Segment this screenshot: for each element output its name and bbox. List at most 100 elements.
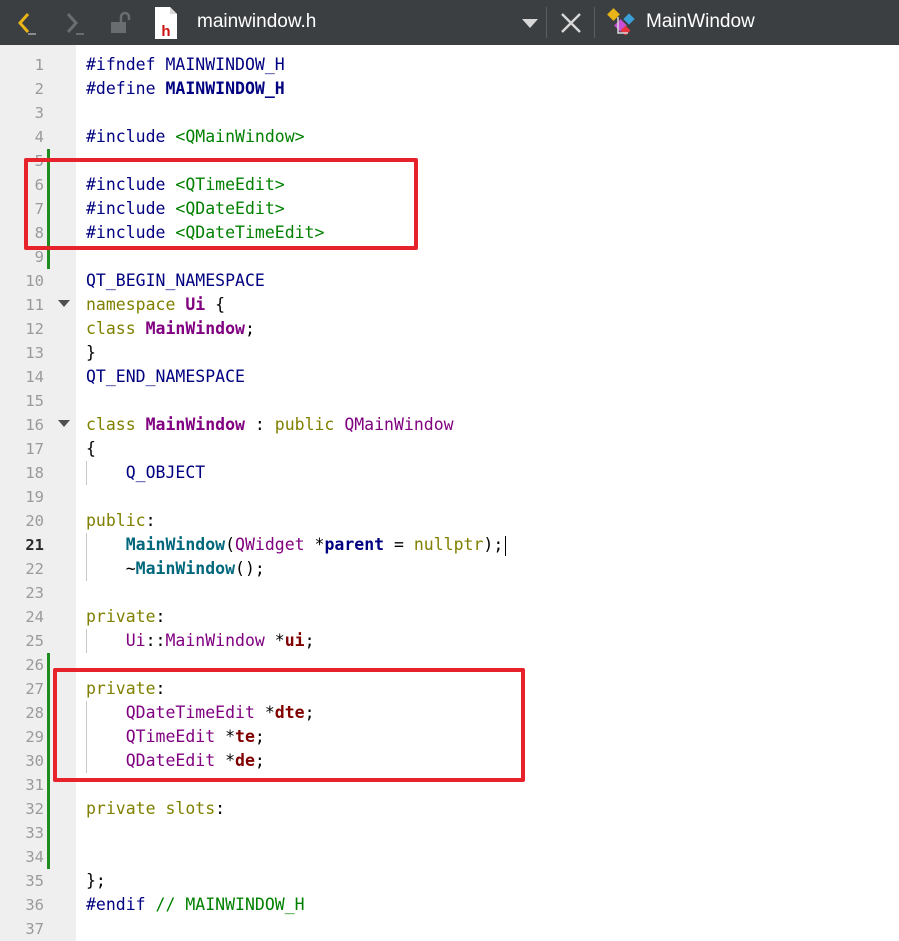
code-line-32: private slots: bbox=[86, 797, 225, 821]
code-line-18: Q_OBJECT bbox=[86, 461, 205, 485]
file-name[interactable]: mainwindow.h bbox=[197, 0, 316, 45]
line-number: 29 bbox=[25, 728, 44, 746]
code-line-16: class MainWindow : public QMainWindow bbox=[86, 413, 454, 437]
token: MainWindow bbox=[145, 319, 245, 338]
token: <QMainWindow> bbox=[175, 127, 305, 146]
token: ); bbox=[483, 535, 504, 554]
code-line-4: #include <QMainWindow> bbox=[86, 125, 305, 149]
header-file-icon: h bbox=[155, 6, 177, 40]
token: namespace bbox=[86, 295, 176, 314]
lock-button[interactable] bbox=[102, 0, 136, 45]
line-number: 25 bbox=[25, 632, 44, 650]
line-number: 23 bbox=[25, 584, 44, 602]
forward-button[interactable] bbox=[56, 0, 92, 45]
line-number: 18 bbox=[25, 464, 44, 482]
line-number: 30 bbox=[25, 752, 44, 770]
change-marker bbox=[47, 653, 50, 869]
token: private bbox=[86, 799, 156, 818]
token: MainWindow bbox=[165, 631, 265, 650]
editor-toolbar: h mainwindow.h MainWindow bbox=[0, 0, 899, 45]
code-line-10: QT_BEGIN_NAMESPACE bbox=[86, 269, 265, 293]
fold-arrow-icon[interactable] bbox=[58, 300, 70, 307]
token: ~ bbox=[86, 559, 136, 578]
line-number: 20 bbox=[25, 512, 44, 530]
code-line-25: Ui::MainWindow *ui; bbox=[86, 629, 315, 653]
code-line-1: #ifndef MAINWINDOW_H bbox=[86, 53, 285, 77]
code-line-12: class MainWindow; bbox=[86, 317, 255, 341]
token: = bbox=[384, 535, 414, 554]
class-selector[interactable]: MainWindow bbox=[646, 0, 755, 45]
svg-text:h: h bbox=[161, 23, 170, 40]
line-number: 33 bbox=[25, 824, 44, 842]
file-dropdown-button[interactable] bbox=[516, 0, 544, 45]
class-symbol-icon bbox=[607, 7, 635, 35]
line-number: 35 bbox=[25, 872, 44, 890]
chevron-right-icon bbox=[66, 12, 84, 35]
token: Q_OBJECT bbox=[125, 463, 206, 482]
class-icon-wrap bbox=[604, 0, 640, 45]
token: } bbox=[86, 343, 96, 362]
line-number: 3 bbox=[34, 104, 44, 122]
token: MainWindow bbox=[145, 415, 245, 434]
fold-arrow-icon[interactable] bbox=[58, 420, 70, 427]
line-number: 28 bbox=[25, 704, 44, 722]
line-number: 4 bbox=[34, 128, 44, 146]
line-number: 15 bbox=[25, 392, 44, 410]
line-number: 36 bbox=[25, 896, 44, 914]
code-line-13: } bbox=[86, 341, 96, 365]
line-number: 21 bbox=[25, 536, 44, 554]
token: #ifndef bbox=[86, 55, 156, 74]
token: nullptr bbox=[413, 535, 484, 554]
line-number: 12 bbox=[25, 320, 44, 338]
token: class bbox=[86, 415, 136, 434]
toolbar-separator bbox=[594, 7, 595, 38]
token: MainWindow bbox=[135, 559, 236, 578]
token: ; bbox=[304, 631, 315, 650]
token: slots bbox=[165, 799, 216, 818]
token: QMainWindow bbox=[344, 415, 454, 434]
line-number: 17 bbox=[25, 440, 44, 458]
token: Ui bbox=[185, 295, 206, 314]
token: public bbox=[274, 415, 335, 434]
code-line-36: #endif // MAINWINDOW_H bbox=[86, 893, 305, 917]
toolbar-separator bbox=[546, 7, 547, 38]
line-number: 19 bbox=[25, 488, 44, 506]
code-line-35: }; bbox=[86, 869, 106, 893]
code-line-22: ~MainWindow(); bbox=[86, 557, 265, 581]
highlight-box-includes bbox=[24, 158, 418, 250]
token: : bbox=[215, 799, 226, 818]
close-file-button[interactable] bbox=[554, 0, 588, 45]
token: :: bbox=[145, 631, 166, 650]
line-number: 16 bbox=[25, 416, 44, 434]
token: #endif bbox=[86, 895, 146, 914]
token: (); bbox=[235, 559, 265, 578]
back-button[interactable] bbox=[6, 0, 44, 45]
token: * bbox=[264, 631, 285, 650]
token: : bbox=[244, 415, 275, 434]
token: QT_BEGIN_NAMESPACE bbox=[86, 271, 265, 290]
token: MainWindow bbox=[125, 535, 226, 554]
token: ( bbox=[225, 535, 236, 554]
close-icon bbox=[561, 12, 581, 33]
token: ; bbox=[244, 319, 255, 338]
line-number: 34 bbox=[25, 848, 44, 866]
token: #include bbox=[86, 127, 166, 146]
line-number: 2 bbox=[34, 80, 44, 98]
line-number: 31 bbox=[25, 776, 44, 794]
token: QWidget bbox=[235, 535, 305, 554]
triangle-down-icon bbox=[522, 18, 538, 28]
line-number: 32 bbox=[25, 800, 44, 818]
highlight-box-private-members bbox=[53, 668, 525, 782]
token: // MAINWINDOW_H bbox=[155, 895, 305, 914]
code-line-21: MainWindow(QWidget *parent = nullptr); bbox=[86, 533, 507, 557]
line-number: 26 bbox=[25, 656, 44, 674]
token: : bbox=[155, 607, 166, 626]
